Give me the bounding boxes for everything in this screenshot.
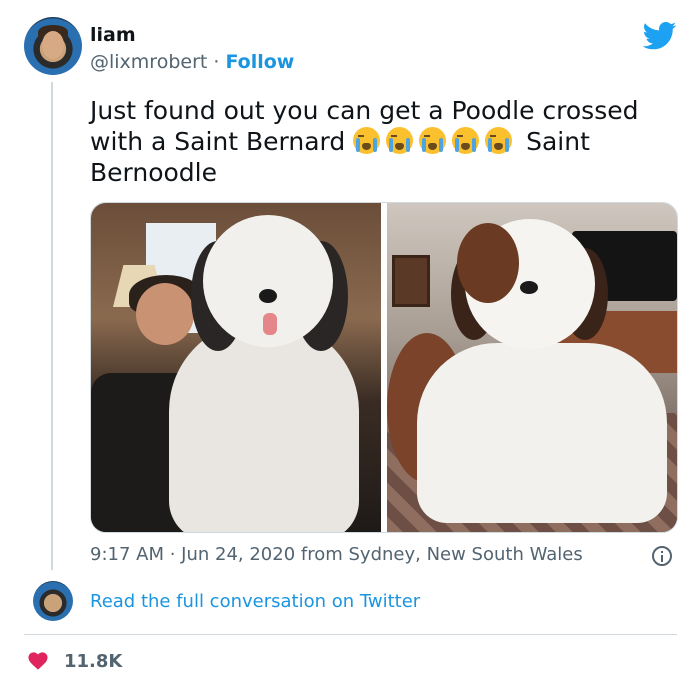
follow-button[interactable]: Follow bbox=[225, 51, 294, 73]
user-avatar[interactable] bbox=[24, 17, 82, 75]
tweet-timestamp[interactable]: 9:17 AM · Jun 24, 2020 from Sydney, New … bbox=[90, 544, 583, 565]
twitter-bird-icon[interactable] bbox=[643, 22, 677, 50]
user-handle-row: @lixmrobert · Follow bbox=[90, 51, 294, 73]
dog-nose bbox=[259, 289, 277, 303]
picture-frame bbox=[392, 255, 430, 307]
photo-saint-bernoodle[interactable] bbox=[387, 203, 677, 532]
conversation-avatar[interactable] bbox=[33, 581, 73, 621]
like-count[interactable]: 11.8K bbox=[64, 651, 122, 672]
info-icon[interactable] bbox=[652, 546, 672, 566]
photo-woman-with-dog[interactable] bbox=[91, 203, 381, 532]
tweet-media[interactable] bbox=[90, 202, 678, 533]
tweet-text: Just found out you can get a Poodle cros… bbox=[90, 95, 660, 188]
dog-body bbox=[417, 343, 667, 523]
dog-nose bbox=[520, 281, 538, 294]
user-name[interactable]: liam bbox=[90, 24, 136, 46]
heart-icon[interactable] bbox=[27, 650, 49, 670]
loudly-crying-face-emoji bbox=[386, 127, 414, 154]
person-face bbox=[136, 283, 194, 345]
divider bbox=[24, 634, 677, 635]
read-conversation-link[interactable]: Read the full conversation on Twitter bbox=[90, 591, 420, 612]
dog-tongue bbox=[263, 313, 277, 335]
dog-brown-patch bbox=[457, 223, 519, 303]
loudly-crying-face-emoji bbox=[419, 127, 447, 154]
loudly-crying-face-emoji bbox=[452, 127, 480, 154]
loudly-crying-face-emoji bbox=[353, 127, 381, 154]
handle-separator: · bbox=[207, 51, 226, 73]
dog-body bbox=[169, 321, 359, 532]
avatar-face bbox=[42, 31, 64, 59]
user-handle[interactable]: @lixmrobert bbox=[90, 51, 207, 73]
loudly-crying-face-emoji bbox=[485, 127, 513, 154]
thread-line bbox=[51, 82, 53, 570]
